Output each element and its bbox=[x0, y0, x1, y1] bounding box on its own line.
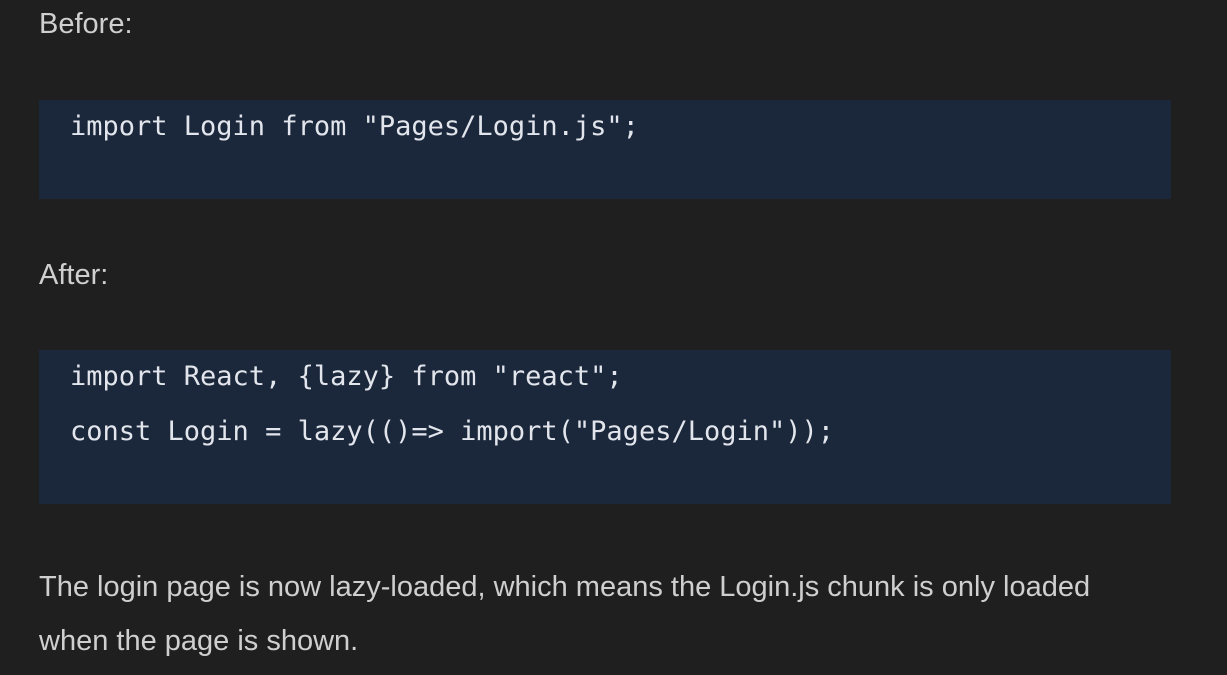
code-line: import Login from "Pages/Login.js"; bbox=[70, 111, 639, 142]
code-block-after: import React, {lazy} from "react"; const… bbox=[39, 350, 1171, 504]
code-line: const Login = lazy(()=> import("Pages/Lo… bbox=[70, 416, 835, 447]
paragraph-line-2: when the page is shown. bbox=[39, 625, 359, 657]
code-block-before: import Login from "Pages/Login.js"; bbox=[39, 100, 1171, 199]
before-label: Before: bbox=[39, 8, 133, 40]
after-label: After: bbox=[39, 259, 109, 291]
paragraph-line-1: The login page is now lazy-loaded, which… bbox=[39, 571, 1091, 603]
code-line: import React, {lazy} from "react"; bbox=[70, 361, 623, 392]
explanation-paragraph: The login page is now lazy-loaded, which… bbox=[39, 560, 1159, 668]
